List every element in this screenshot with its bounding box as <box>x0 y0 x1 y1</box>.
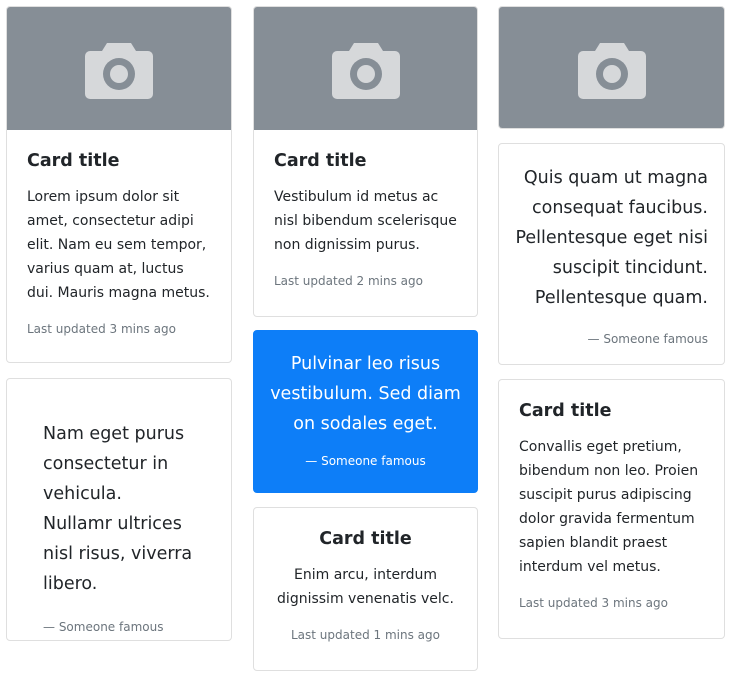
card-text: Lorem ipsum dolor sit amet, consectetur … <box>27 189 210 301</box>
card-1: Card title Lorem ipsum dolor sit amet, c… <box>6 6 232 363</box>
camera-icon <box>85 42 153 99</box>
card-3: Card title Vestibulum id metus ac nisl b… <box>253 6 478 317</box>
card-7: Card title Convallis eget pretium, biben… <box>498 379 725 639</box>
camera-icon <box>577 42 646 99</box>
card-title: Card title <box>519 401 612 421</box>
blockquote-text: Nam eget purus consectetur in vehicula. … <box>43 424 193 594</box>
card-image-only <box>498 6 725 129</box>
last-updated: Last updated 3 mins ago <box>519 596 668 610</box>
card-title: Card title <box>27 151 120 171</box>
card-quote-2: Nam eget purus consectetur in vehicula. … <box>6 378 232 641</box>
blockquote-footer: — Someone famous <box>43 620 164 634</box>
card-quote-primary: Pulvinar leo risus vestibulum. Sed diam … <box>253 330 478 493</box>
card-text: Vestibulum id metus ac nisl bibendum sce… <box>274 189 457 253</box>
card-image-placeholder <box>499 7 724 128</box>
card-5: Card title Enim arcu, interdum dignissim… <box>253 507 478 671</box>
card-text: Convallis eget pretium, bibendum non leo… <box>519 439 699 575</box>
blockquote-text: Quis quam ut magna consequat faucibus. P… <box>515 168 708 308</box>
blockquote-text: Pulvinar leo risus vestibulum. Sed diam … <box>270 354 461 434</box>
card-image-placeholder <box>254 7 477 130</box>
camera-icon <box>331 42 400 99</box>
card-image-placeholder <box>7 7 231 130</box>
blockquote-footer: — Someone famous <box>587 332 708 346</box>
last-updated: Last updated 1 mins ago <box>291 628 440 642</box>
last-updated: Last updated 3 mins ago <box>27 322 176 336</box>
card-text: Enim arcu, interdum dignissim venenatis … <box>277 567 454 607</box>
blockquote-footer: — Someone famous <box>305 454 426 468</box>
card-quote-6: Quis quam ut magna consequat faucibus. P… <box>498 143 725 365</box>
card-title: Card title <box>319 529 412 549</box>
last-updated: Last updated 2 mins ago <box>274 274 423 288</box>
card-title: Card title <box>274 151 367 171</box>
